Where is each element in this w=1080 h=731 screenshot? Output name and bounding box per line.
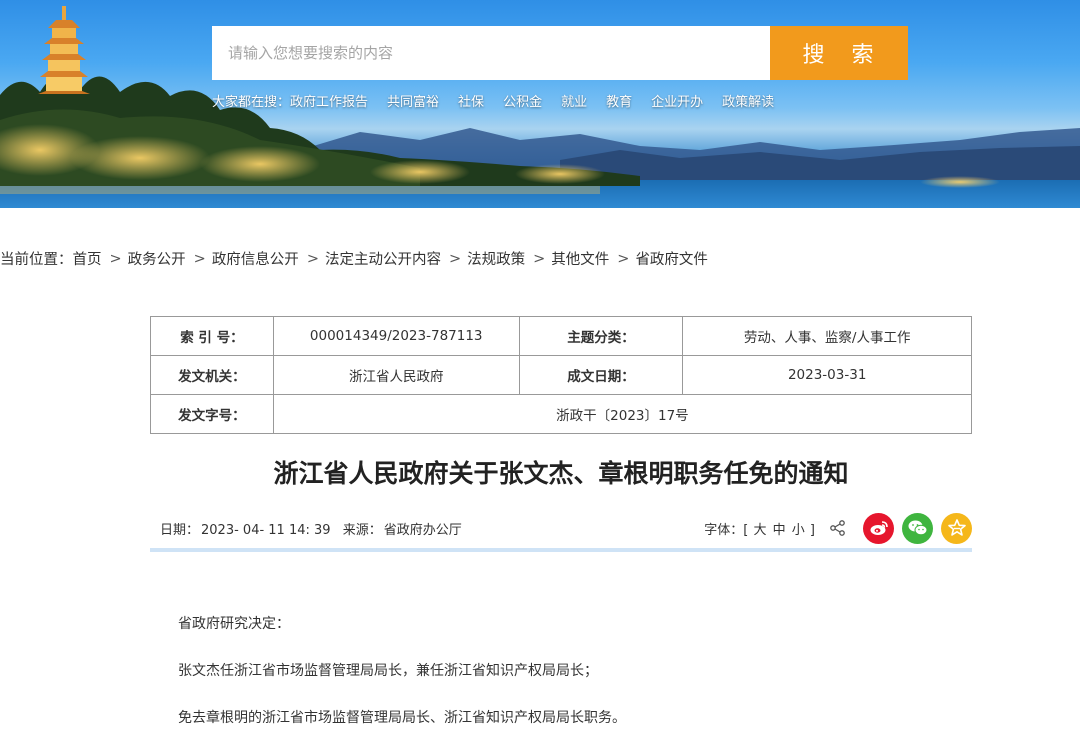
breadcrumb-separator: > xyxy=(533,250,546,267)
category-value: 劳动、人事、监察/人事工作 xyxy=(682,316,972,356)
breadcrumb-item[interactable]: 政务公开 xyxy=(128,248,186,269)
article-tools: 字体：[ 大 中 小 ] xyxy=(704,512,972,544)
breadcrumb-separator: > xyxy=(617,250,630,267)
breadcrumb-separator: > xyxy=(109,250,122,267)
table-row: 索 引 号： 000014349/2023-787113 主题分类： 劳动、人事… xyxy=(150,316,972,356)
hot-searches-label: 大家都在搜： xyxy=(212,95,291,110)
document-number-label: 发文字号： xyxy=(150,394,274,434)
hot-search-link[interactable]: 教育 xyxy=(606,91,632,110)
hot-search-link[interactable]: 公积金 xyxy=(503,91,542,110)
document-meta-table: 索 引 号： 000014349/2023-787113 主题分类： 劳动、人事… xyxy=(150,316,973,434)
header-banner: 搜 索 大家都在搜： 政府工作报告 共同富裕 社保 公积金 就业 教育 企业开办… xyxy=(0,0,1080,208)
breadcrumb-separator: > xyxy=(448,250,462,267)
issuer-value: 浙江省人民政府 xyxy=(272,355,520,395)
search-button[interactable]: 搜 索 xyxy=(770,26,908,80)
source-value: 省政府办公厅 xyxy=(383,523,462,538)
font-small-button[interactable]: 小 xyxy=(792,523,805,538)
hot-search-link[interactable]: 共同富裕 xyxy=(387,91,439,110)
info-divider xyxy=(150,548,972,552)
written-date-label: 成文日期： xyxy=(518,355,684,395)
font-size-label: 字体：[ xyxy=(704,522,749,538)
breadcrumb: 当前位置： 首页 > 政务公开 > 政府信息公开 > 法定主动公开内容 > 法规… xyxy=(0,248,708,269)
hot-search-link[interactable]: 企业开办 xyxy=(651,91,703,110)
hot-search-link[interactable]: 就业 xyxy=(561,91,587,110)
article-paragraph: 免去章根明的浙江省市场监督管理局局长、浙江省知识产权局局长职务。 xyxy=(178,710,626,726)
breadcrumb-separator: > xyxy=(306,250,319,267)
breadcrumb-item-current[interactable]: 省政府文件 xyxy=(635,248,708,269)
hot-search-link[interactable]: 政府工作报告 xyxy=(290,91,368,110)
breadcrumb-item-home[interactable]: 首页 xyxy=(73,248,102,269)
article-title: 浙江省人民政府关于张文杰、章根明职务任免的通知 xyxy=(273,459,849,488)
weibo-share-button[interactable] xyxy=(863,512,894,544)
article-paragraph: 张文杰任浙江省市场监督管理局局长，兼任浙江省知识产权局局长； xyxy=(178,663,598,679)
source-label: 来源： xyxy=(342,523,382,538)
font-size-switcher: 字体：[ 大 中 小 ] xyxy=(704,519,815,538)
written-date-value: 2023-03-31 xyxy=(682,355,972,395)
hot-search-link[interactable]: 社保 xyxy=(458,91,484,110)
pagoda-icon xyxy=(38,6,90,94)
hot-searches: 大家都在搜： 政府工作报告 共同富裕 社保 公积金 就业 教育 企业开办 政策解… xyxy=(212,91,793,110)
index-number-label: 索 引 号： xyxy=(150,316,274,356)
wechat-share-button[interactable] xyxy=(902,512,933,544)
search-input[interactable] xyxy=(212,26,770,80)
favorite-button[interactable] xyxy=(941,512,972,544)
article-meta: 日期： 2023- 04- 11 14: 39 来源： 省政府办公厅 xyxy=(160,519,464,538)
article-info-bar: 日期： 2023- 04- 11 14: 39 来源： 省政府办公厅 字体：[ 大 … xyxy=(150,512,972,548)
breadcrumb-separator: > xyxy=(193,250,206,267)
breadcrumb-label: 当前位置： xyxy=(0,252,73,268)
document-number-value: 浙政干〔2023〕17号 xyxy=(272,394,973,434)
category-label: 主题分类： xyxy=(518,316,684,356)
breadcrumb-item[interactable]: 政府信息公开 xyxy=(212,248,299,269)
share-icon[interactable] xyxy=(829,519,847,537)
search-box: 搜 索 xyxy=(212,26,908,80)
favorite-icon xyxy=(947,519,966,536)
wechat-icon xyxy=(908,520,927,536)
font-large-button[interactable]: 大 xyxy=(753,523,766,538)
date-value: 2023- 04- 11 14: 39 xyxy=(201,523,331,538)
weibo-icon xyxy=(870,521,888,535)
table-row: 发文机关： 浙江省人民政府 成文日期： 2023-03-31 xyxy=(150,355,972,395)
index-number-value: 000014349/2023-787113 xyxy=(272,316,520,356)
article-paragraph: 省政府研究决定： xyxy=(178,616,290,632)
table-row: 发文字号： 浙政干〔2023〕17号 xyxy=(150,394,973,434)
date-label: 日期： xyxy=(160,523,200,538)
breadcrumb-item[interactable]: 法规政策 xyxy=(467,248,525,269)
hot-search-link[interactable]: 政策解读 xyxy=(722,91,774,110)
font-medium-button[interactable]: 中 xyxy=(773,523,786,538)
breadcrumb-item[interactable]: 法定主动公开内容 xyxy=(325,248,441,269)
font-size-bracket: ] xyxy=(809,522,815,538)
breadcrumb-item[interactable]: 其他文件 xyxy=(551,248,609,269)
issuer-label: 发文机关： xyxy=(150,355,274,395)
